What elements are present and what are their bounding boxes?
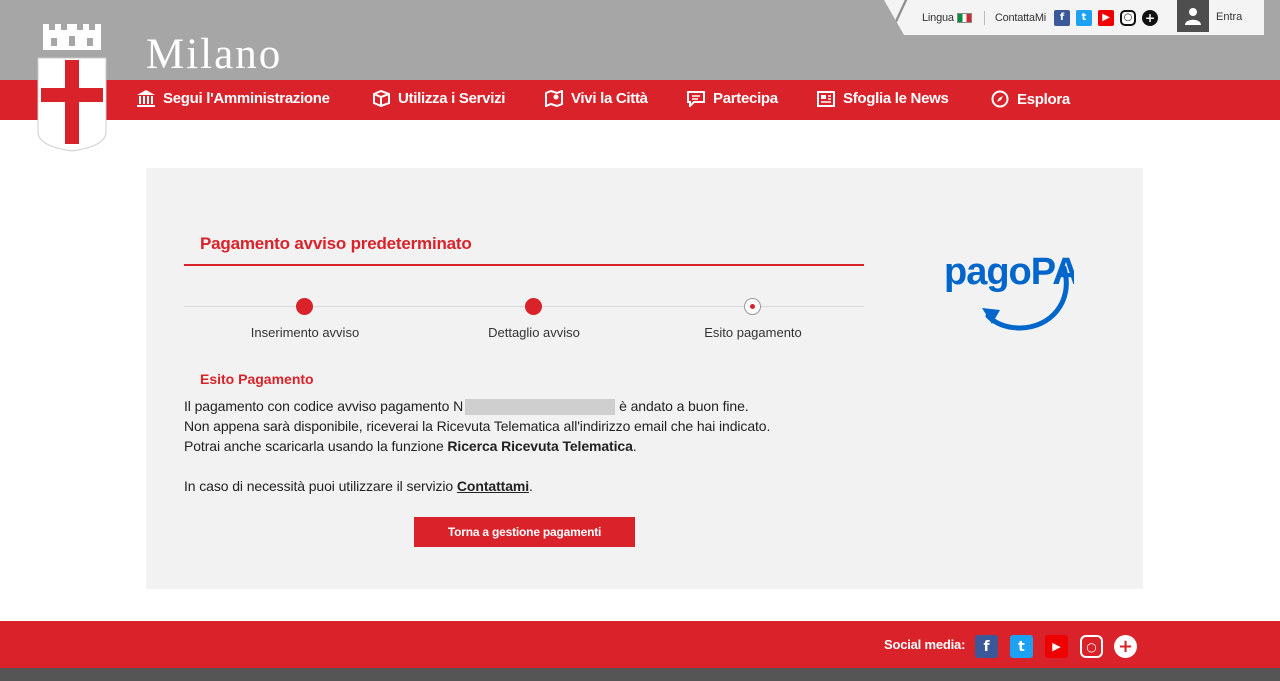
result-text-b: è andato a buon fine. (619, 398, 749, 414)
footer: Social media: f t ▶ ○ + (0, 621, 1280, 668)
contact-message: In caso di necessità puoi utilizzare il … (184, 478, 533, 494)
result-message-line2: Non appena sarà disponibile, riceverai l… (184, 418, 771, 434)
page-title: Pagamento avviso predeterminato (200, 234, 472, 253)
ricerca-ricevuta-function: Ricerca Ricevuta Telematica (447, 438, 633, 454)
pagopa-logo-text: pagoPA (944, 251, 1074, 293)
services-box-icon (373, 90, 390, 107)
compass-icon (991, 90, 1009, 108)
login-link[interactable]: Entra (1216, 11, 1242, 23)
step-label-esito: Esito pagamento (704, 325, 802, 340)
footer-more-icon[interactable]: + (1114, 635, 1137, 658)
payment-panel: Pagamento avviso predeterminato Inserime… (146, 168, 1143, 589)
building-columns-icon (137, 90, 155, 107)
youtube-icon[interactable]: ▶ (1098, 9, 1115, 26)
contattami-service-link[interactable]: Contattami (457, 478, 529, 494)
nav-segui-amministrazione[interactable]: Segui l'Amministrazione (137, 90, 330, 107)
nav-label: Partecipa (713, 90, 778, 107)
city-map-icon (545, 90, 563, 107)
nav-label: Sfoglia le News (843, 90, 949, 107)
step-dot-dettaglio (525, 298, 542, 315)
nav-sfoglia-news[interactable]: Sfoglia le News (817, 90, 949, 107)
milano-crest-logo[interactable] (37, 20, 107, 152)
result-text-a: Il pagamento con codice avviso pagamento… (184, 398, 464, 414)
site-title[interactable]: Milano (146, 30, 282, 79)
footer-youtube-icon[interactable]: ▶ (1045, 635, 1068, 658)
speech-bubble-icon (687, 90, 705, 107)
redacted-notice-code (465, 399, 616, 416)
utility-divider (983, 10, 985, 25)
result-message-line1: Il pagamento con codice avviso pagamento… (184, 398, 749, 416)
nav-label: Vivi la Città (571, 90, 648, 107)
nav-label: Esplora (1017, 90, 1070, 108)
step-dot-esito (744, 298, 761, 315)
step-dot-inserimento (296, 298, 313, 315)
nav-label: Segui l'Amministrazione (163, 90, 330, 107)
nav-label: Utilizza i Servizi (398, 90, 506, 107)
language-label[interactable]: Lingua (922, 12, 954, 24)
newspaper-icon (817, 90, 835, 107)
back-to-payments-button[interactable]: Torna a gestione pagamenti (414, 517, 635, 547)
nav-utilizza-servizi[interactable]: Utilizza i Servizi (373, 90, 505, 107)
twitter-icon[interactable]: t (1076, 9, 1093, 26)
contact-text: In caso di necessità puoi utilizzare il … (184, 478, 457, 494)
result-text-d: . (632, 438, 637, 454)
social-media-label: Social media: (884, 637, 966, 652)
step-label-dettaglio: Dettaglio avviso (488, 325, 580, 340)
italian-flag-icon[interactable] (956, 12, 972, 23)
instagram-icon[interactable]: ○ (1120, 9, 1137, 26)
footer-facebook-icon[interactable]: f (975, 635, 998, 658)
contact-text-end: . (529, 478, 533, 494)
facebook-icon[interactable]: f (1054, 9, 1071, 26)
user-icon[interactable] (1177, 0, 1209, 32)
more-social-icon[interactable]: + (1142, 9, 1159, 26)
footer-bottom-bar (0, 668, 1280, 681)
result-text-c: Potrai anche scaricarla usando la funzio… (184, 438, 448, 454)
result-message-line3: Potrai anche scaricarla usando la funzio… (184, 438, 637, 454)
esito-heading: Esito Pagamento (200, 371, 314, 387)
contattami-link[interactable]: ContattaMi (995, 12, 1046, 24)
step-label-inserimento: Inserimento avviso (250, 325, 360, 340)
main-navigation: Segui l'Amministrazione Utilizza i Servi… (0, 80, 1280, 120)
title-divider (184, 264, 864, 266)
footer-instagram-icon[interactable]: ○ (1080, 635, 1103, 658)
nav-vivi-citta[interactable]: Vivi la Città (545, 90, 648, 107)
footer-twitter-icon[interactable]: t (1010, 635, 1033, 658)
stepper-track (184, 306, 864, 307)
pagopa-logo: pagoPA (944, 251, 1074, 331)
nav-esplora[interactable]: Esplora (991, 90, 1070, 108)
nav-partecipa[interactable]: Partecipa (687, 90, 778, 107)
